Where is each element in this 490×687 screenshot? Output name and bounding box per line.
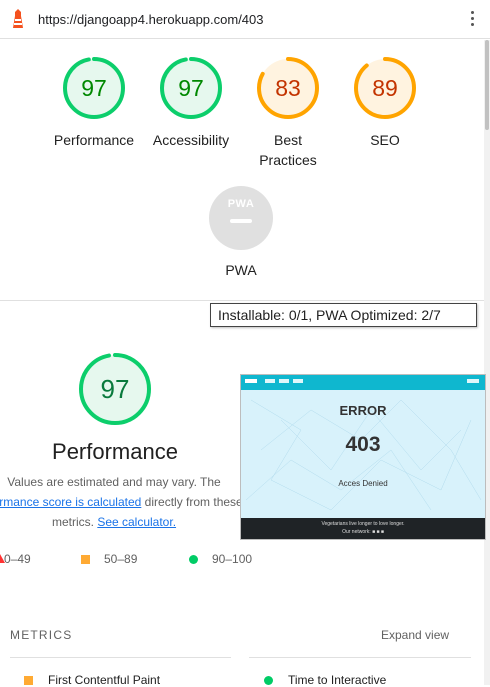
gauge-seo[interactable]: 89 bbox=[353, 56, 417, 120]
scrollbar-thumb[interactable] bbox=[485, 40, 489, 130]
average-square-icon bbox=[24, 676, 33, 685]
score-calculated-link[interactable]: rformance score is calculated bbox=[0, 495, 141, 509]
gauge-label-text: Best Practices bbox=[259, 132, 317, 168]
pwa-badge-text: PWA bbox=[227, 198, 255, 210]
thumb-navbar bbox=[241, 375, 485, 390]
performance-score: 97 bbox=[100, 374, 130, 404]
lighthouse-icon bbox=[13, 9, 23, 28]
expand-view-button[interactable]: Expand view bbox=[381, 628, 449, 642]
scrollbar-track[interactable] bbox=[484, 40, 490, 685]
page-url: https://djangoapp4.herokuapp.com/403 bbox=[38, 12, 264, 27]
gauge-score: 97 bbox=[81, 75, 107, 101]
gauge-best-practices[interactable]: 83 bbox=[256, 56, 320, 120]
legend-average: 50–89 bbox=[104, 552, 138, 566]
gauge-accessibility[interactable]: 97 bbox=[159, 56, 223, 120]
thumb-code-text: 403 bbox=[345, 433, 381, 456]
thumb-error-text: ERROR bbox=[339, 403, 387, 418]
gauge-label-performance: Performance bbox=[53, 132, 135, 148]
pwa-label: PWA bbox=[225, 262, 257, 278]
performance-gauge: 97 bbox=[78, 352, 152, 426]
gauge-score: 97 bbox=[178, 75, 204, 101]
metrics-heading: METRICS bbox=[10, 628, 73, 642]
section-divider bbox=[0, 300, 484, 301]
thumb-footer: Vegetarians live longer to love longer. … bbox=[241, 518, 485, 539]
desc-line2: directly from these bbox=[141, 495, 243, 509]
pass-circle-icon bbox=[189, 555, 198, 564]
gauge-label-accessibility: Accessibility bbox=[152, 132, 230, 148]
average-square-icon bbox=[81, 555, 90, 564]
metrics-divider bbox=[10, 657, 231, 658]
performance-description: Values are estimated and may vary. The r… bbox=[0, 472, 248, 532]
metrics-divider bbox=[249, 657, 471, 658]
performance-title: Performance bbox=[52, 439, 178, 464]
legend-fail: 0–49 bbox=[4, 552, 31, 566]
thumb-footer-line2: Our network: ■ ■ ■ bbox=[342, 529, 384, 535]
gauge-performance[interactable]: 97 bbox=[62, 56, 126, 120]
thumb-denied-text: Acces Denied bbox=[338, 479, 388, 488]
gauge-label-best-practices: Best Practices bbox=[233, 130, 343, 170]
legend-pass: 90–100 bbox=[212, 552, 253, 566]
more-options-icon[interactable] bbox=[468, 11, 476, 29]
gauge-score: 89 bbox=[372, 75, 398, 101]
desc-line1: Values are estimated and may vary. The bbox=[7, 475, 221, 489]
gauge-score: 83 bbox=[275, 75, 301, 101]
see-calculator-link[interactable]: See calculator. bbox=[97, 515, 176, 529]
pwa-tooltip: Installable: 0/1, PWA Optimized: 2/7 bbox=[210, 303, 477, 327]
gauge-label-seo: SEO bbox=[370, 132, 400, 148]
pass-circle-icon bbox=[264, 676, 273, 685]
pwa-badge[interactable]: PWA bbox=[209, 186, 273, 250]
final-screenshot[interactable]: ERROR 403 Acces Denied Vegetarians live … bbox=[240, 374, 486, 540]
desc-line3: metrics. bbox=[51, 515, 98, 529]
browser-toolbar: https://djangoapp4.herokuapp.com/403 bbox=[0, 0, 490, 39]
pwa-dash-icon bbox=[230, 219, 252, 223]
thumb-footer-line1: Vegetarians live longer to love longer. bbox=[321, 521, 405, 527]
